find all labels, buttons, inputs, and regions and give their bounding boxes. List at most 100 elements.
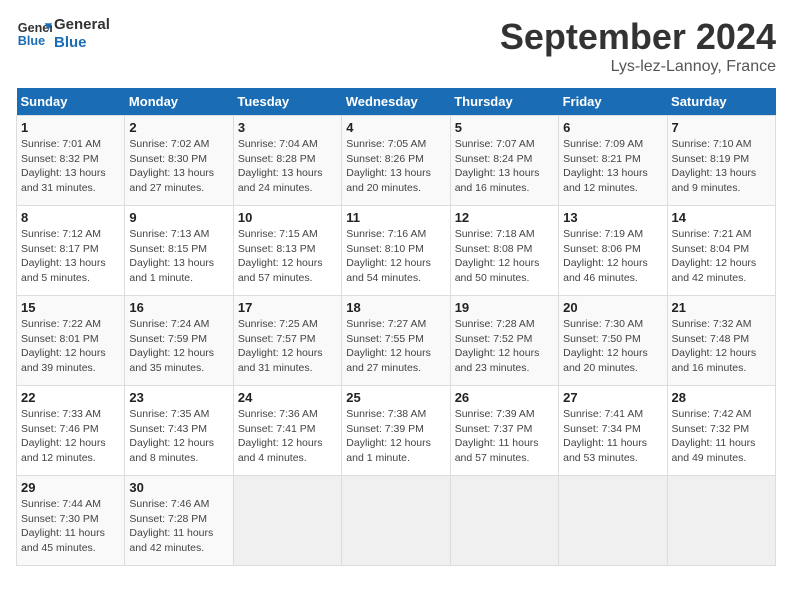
weekday-header-monday: Monday (125, 88, 233, 116)
title-block: September 2024 Lys-lez-Lannoy, France (500, 16, 776, 76)
day-number: 5 (455, 120, 554, 135)
day-number: 25 (346, 390, 445, 405)
calendar-cell: 3 Sunrise: 7:04 AM Sunset: 8:28 PM Daylig… (233, 116, 341, 206)
calendar-cell: 30 Sunrise: 7:46 AM Sunset: 7:28 PM Dayli… (125, 476, 233, 566)
calendar-cell (667, 476, 775, 566)
logo-blue: Blue (54, 34, 110, 52)
calendar-cell: 8 Sunrise: 7:12 AM Sunset: 8:17 PM Daylig… (17, 206, 125, 296)
calendar-cell: 2Sunrise: 7:02 AM Sunset: 8:30 PM Daylig… (125, 116, 233, 206)
location-title: Lys-lez-Lannoy, France (500, 58, 776, 76)
day-number: 1 (21, 120, 120, 135)
calendar-week-5: 29 Sunrise: 7:44 AM Sunset: 7:30 PM Dayli… (17, 476, 776, 566)
calendar-cell: 20 Sunrise: 7:30 AM Sunset: 7:50 PM Dayli… (559, 296, 667, 386)
day-info: Sunrise: 7:04 AM Sunset: 8:28 PM Dayligh… (238, 137, 337, 196)
day-number: 17 (238, 300, 337, 315)
logo-general: General (54, 16, 110, 34)
day-info: Sunrise: 7:09 AM Sunset: 8:21 PM Dayligh… (563, 137, 662, 196)
day-number: 14 (672, 210, 771, 225)
day-info: Sunrise: 7:02 AM Sunset: 8:30 PM Dayligh… (129, 137, 228, 196)
day-info: Sunrise: 7:21 AM Sunset: 8:04 PM Dayligh… (672, 227, 771, 286)
calendar-cell: 14 Sunrise: 7:21 AM Sunset: 8:04 PM Dayli… (667, 206, 775, 296)
day-info: Sunrise: 7:27 AM Sunset: 7:55 PM Dayligh… (346, 317, 445, 376)
day-info: Sunrise: 7:07 AM Sunset: 8:24 PM Dayligh… (455, 137, 554, 196)
calendar-cell: 28 Sunrise: 7:42 AM Sunset: 7:32 PM Dayli… (667, 386, 775, 476)
calendar-week-3: 15Sunrise: 7:22 AM Sunset: 8:01 PM Dayli… (17, 296, 776, 386)
calendar-cell: 11 Sunrise: 7:16 AM Sunset: 8:10 PM Dayli… (342, 206, 450, 296)
calendar-week-1: 1 Sunrise: 7:01 AM Sunset: 8:32 PM Daylig… (17, 116, 776, 206)
day-info: Sunrise: 7:35 AM Sunset: 7:43 PM Dayligh… (129, 407, 228, 466)
page-header: General Blue General Blue September 2024… (16, 16, 776, 76)
calendar-cell: 19 Sunrise: 7:28 AM Sunset: 7:52 PM Dayli… (450, 296, 558, 386)
day-info: Sunrise: 7:16 AM Sunset: 8:10 PM Dayligh… (346, 227, 445, 286)
calendar-cell: 27 Sunrise: 7:41 AM Sunset: 7:34 PM Dayli… (559, 386, 667, 476)
day-info: Sunrise: 7:12 AM Sunset: 8:17 PM Dayligh… (21, 227, 120, 286)
day-number: 21 (672, 300, 771, 315)
day-number: 12 (455, 210, 554, 225)
day-number: 6 (563, 120, 662, 135)
calendar-cell: 22Sunrise: 7:33 AM Sunset: 7:46 PM Dayli… (17, 386, 125, 476)
day-number: 24 (238, 390, 337, 405)
calendar-cell: 10Sunrise: 7:15 AM Sunset: 8:13 PM Dayli… (233, 206, 341, 296)
calendar-cell: 4 Sunrise: 7:05 AM Sunset: 8:26 PM Daylig… (342, 116, 450, 206)
day-number: 4 (346, 120, 445, 135)
calendar-cell: 17 Sunrise: 7:25 AM Sunset: 7:57 PM Dayli… (233, 296, 341, 386)
calendar-cell: 9Sunrise: 7:13 AM Sunset: 8:15 PM Daylig… (125, 206, 233, 296)
day-number: 23 (129, 390, 228, 405)
calendar-cell: 29 Sunrise: 7:44 AM Sunset: 7:30 PM Dayli… (17, 476, 125, 566)
calendar-week-2: 8 Sunrise: 7:12 AM Sunset: 8:17 PM Daylig… (17, 206, 776, 296)
day-info: Sunrise: 7:30 AM Sunset: 7:50 PM Dayligh… (563, 317, 662, 376)
month-title: September 2024 (500, 16, 776, 58)
day-info: Sunrise: 7:41 AM Sunset: 7:34 PM Dayligh… (563, 407, 662, 466)
day-info: Sunrise: 7:19 AM Sunset: 8:06 PM Dayligh… (563, 227, 662, 286)
day-number: 27 (563, 390, 662, 405)
day-info: Sunrise: 7:24 AM Sunset: 7:59 PM Dayligh… (129, 317, 228, 376)
day-number: 29 (21, 480, 120, 495)
calendar-cell (233, 476, 341, 566)
day-info: Sunrise: 7:22 AM Sunset: 8:01 PM Dayligh… (21, 317, 120, 376)
calendar-cell (559, 476, 667, 566)
day-number: 19 (455, 300, 554, 315)
weekday-header-tuesday: Tuesday (233, 88, 341, 116)
day-info: Sunrise: 7:13 AM Sunset: 8:15 PM Dayligh… (129, 227, 228, 286)
day-info: Sunrise: 7:38 AM Sunset: 7:39 PM Dayligh… (346, 407, 445, 466)
logo-icon: General Blue (16, 16, 52, 52)
day-number: 3 (238, 120, 337, 135)
day-number: 10 (238, 210, 337, 225)
day-number: 18 (346, 300, 445, 315)
calendar-cell: 15Sunrise: 7:22 AM Sunset: 8:01 PM Dayli… (17, 296, 125, 386)
day-number: 7 (672, 120, 771, 135)
weekday-header-thursday: Thursday (450, 88, 558, 116)
calendar-cell: 7 Sunrise: 7:10 AM Sunset: 8:19 PM Daylig… (667, 116, 775, 206)
day-info: Sunrise: 7:36 AM Sunset: 7:41 PM Dayligh… (238, 407, 337, 466)
weekday-header-wednesday: Wednesday (342, 88, 450, 116)
day-number: 20 (563, 300, 662, 315)
calendar-cell (342, 476, 450, 566)
calendar-cell: 12Sunrise: 7:18 AM Sunset: 8:08 PM Dayli… (450, 206, 558, 296)
day-info: Sunrise: 7:28 AM Sunset: 7:52 PM Dayligh… (455, 317, 554, 376)
calendar-cell: 13Sunrise: 7:19 AM Sunset: 8:06 PM Dayli… (559, 206, 667, 296)
day-info: Sunrise: 7:25 AM Sunset: 7:57 PM Dayligh… (238, 317, 337, 376)
day-number: 8 (21, 210, 120, 225)
calendar-week-4: 22Sunrise: 7:33 AM Sunset: 7:46 PM Dayli… (17, 386, 776, 476)
day-info: Sunrise: 7:39 AM Sunset: 7:37 PM Dayligh… (455, 407, 554, 466)
day-info: Sunrise: 7:01 AM Sunset: 8:32 PM Dayligh… (21, 137, 120, 196)
calendar-table: SundayMondayTuesdayWednesdayThursdayFrid… (16, 88, 776, 566)
logo: General Blue General Blue (16, 16, 110, 52)
weekday-header-friday: Friday (559, 88, 667, 116)
weekday-header-sunday: Sunday (17, 88, 125, 116)
day-info: Sunrise: 7:10 AM Sunset: 8:19 PM Dayligh… (672, 137, 771, 196)
svg-text:Blue: Blue (18, 34, 45, 48)
day-info: Sunrise: 7:44 AM Sunset: 7:30 PM Dayligh… (21, 497, 120, 556)
day-number: 26 (455, 390, 554, 405)
day-number: 16 (129, 300, 228, 315)
day-number: 30 (129, 480, 228, 495)
calendar-cell: 23 Sunrise: 7:35 AM Sunset: 7:43 PM Dayli… (125, 386, 233, 476)
calendar-cell: 18 Sunrise: 7:27 AM Sunset: 7:55 PM Dayli… (342, 296, 450, 386)
day-info: Sunrise: 7:42 AM Sunset: 7:32 PM Dayligh… (672, 407, 771, 466)
day-number: 11 (346, 210, 445, 225)
day-info: Sunrise: 7:05 AM Sunset: 8:26 PM Dayligh… (346, 137, 445, 196)
calendar-cell: 21Sunrise: 7:32 AM Sunset: 7:48 PM Dayli… (667, 296, 775, 386)
day-info: Sunrise: 7:46 AM Sunset: 7:28 PM Dayligh… (129, 497, 228, 556)
calendar-cell: 6 Sunrise: 7:09 AM Sunset: 8:21 PM Daylig… (559, 116, 667, 206)
day-number: 28 (672, 390, 771, 405)
